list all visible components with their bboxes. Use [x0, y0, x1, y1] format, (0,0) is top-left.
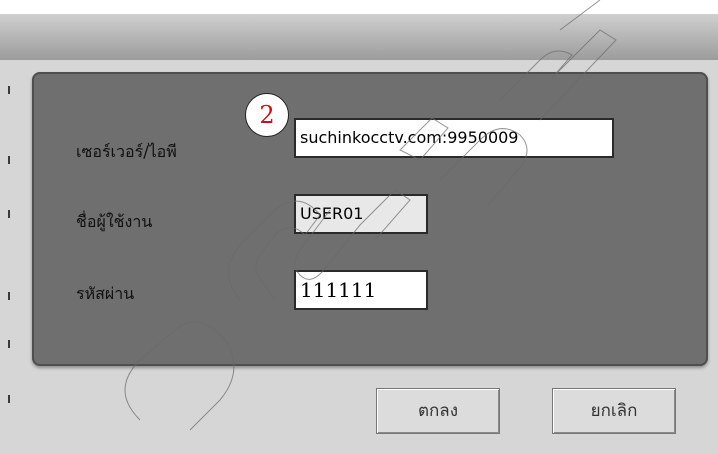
password-field[interactable]: 111111: [294, 270, 428, 310]
step-callout: 2: [245, 93, 289, 137]
password-label: รหัสผ่าน: [76, 284, 135, 303]
ok-button[interactable]: ตกลง: [376, 388, 500, 434]
server-ip-label: เซอร์เวอร์/ไอพี: [76, 142, 177, 161]
edge-mark: [8, 340, 10, 348]
username-field[interactable]: USER01: [294, 194, 428, 234]
username-label: ชื่อผู้ใช้งาน: [76, 212, 153, 231]
edge-mark: [8, 292, 10, 300]
title-bar[interactable]: [0, 14, 718, 60]
edge-mark: [8, 395, 10, 403]
cancel-button[interactable]: ยกเลิก: [552, 388, 676, 434]
edge-mark: [8, 86, 10, 94]
edge-mark: [8, 156, 10, 164]
edge-mark: [8, 210, 10, 218]
server-ip-field[interactable]: suchinkocctv.com:9950009: [294, 118, 614, 158]
